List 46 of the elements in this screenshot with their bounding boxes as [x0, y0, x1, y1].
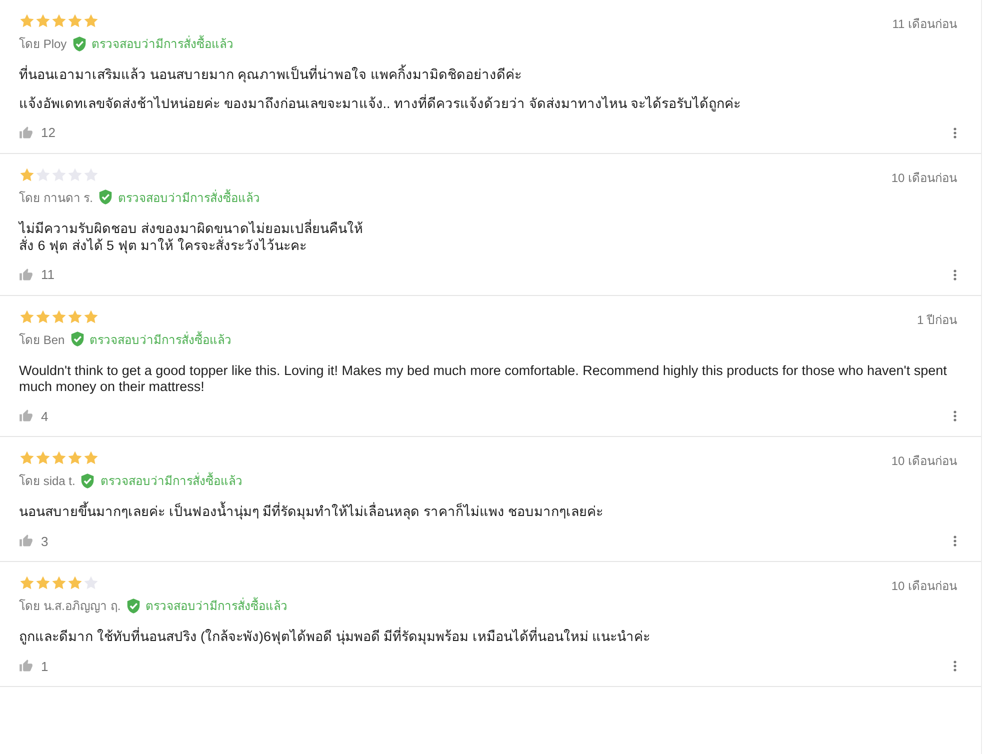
- like-count: 4: [41, 408, 48, 424]
- review-text: ไม่มีความรับผิดชอบ ส่งของมาผิดขนาดไม่ยอมเปลี่ยนคืนให้ สั่ง 6 ฟุต ส่งได้ 5 ฟุต มาให้ ใครจะสั่งระวังไว้นะคะ: [19, 220, 364, 254]
- like-count: 3: [41, 534, 48, 549]
- thumbs-up-icon: [19, 268, 33, 282]
- thumbs-up-icon: [19, 534, 33, 548]
- more-icon: [953, 126, 957, 139]
- review-text: Wouldn't think to get a good topper like this. Loving it! Makes my bed much more comfortable. Recommend highly this products for those who haven't spent much money on their mattress!: [19, 362, 948, 396]
- like-button[interactable]: 3: [19, 534, 48, 549]
- review-text: แจ้งอัพเดทเลขจัดส่งช้าไปหน่อยค่ะ ของมาถึงก่อนเลขจะมาแจ้ง.. ทางที่ดีควรแจ้งด้วยว่า จัดส่งมาทางไหน จะได้รอรับได้ถูกค่ะ: [19, 96, 742, 113]
- verified-shield-icon: [80, 472, 96, 489]
- verified-label: ตรวจสอบว่ามีการสั่งซื้อแล้ว: [92, 34, 234, 53]
- like-button[interactable]: 1: [19, 658, 48, 674]
- like-count: 12: [41, 125, 56, 140]
- review-date: 10 เดือนก่อน: [891, 453, 957, 470]
- review-date: 11 เดือนก่อน: [892, 16, 957, 33]
- like-count: 1: [41, 658, 48, 674]
- more-icon: [953, 268, 957, 280]
- author-name: โดย sida t.: [19, 473, 76, 490]
- author-name: โดย Ploy: [19, 36, 67, 53]
- like-button[interactable]: 4: [19, 408, 48, 424]
- thumbs-up-icon: [19, 659, 33, 673]
- review-text: ที่นอนเอามาเสริมแล้ว นอนสบายมาก คุณภาพเป็นที่น่าพอใจ แพคกิ้งมามิดชิดอย่างดีค่ะ: [19, 67, 957, 84]
- author-name: โดย Ben: [19, 332, 65, 348]
- more-icon: [953, 535, 957, 548]
- thumbs-up-icon: [19, 409, 33, 424]
- verified-label: ตรวจสอบว่ามีการสั่งซื้อแล้ว: [146, 596, 288, 616]
- verified-label: ตรวจสอบว่ามีการสั่งซื้อแล้ว: [100, 471, 242, 490]
- verified-label: ตรวจสอบว่ามีการสั่งซื้อแล้ว: [90, 330, 232, 348]
- verified-shield-icon: [98, 189, 114, 206]
- verified-label: ตรวจสอบว่ามีการสั่งซื้อแล้ว: [118, 188, 260, 207]
- like-count: 11: [41, 267, 54, 282]
- thumbs-up-icon: [19, 126, 33, 140]
- like-button[interactable]: 11: [19, 267, 54, 282]
- review-text: นอนสบายขึ้นมากๆเลยค่ะ เป็นฟองน้ำนุ่มๆ มีที่รัดมุมทำให้ไม่เลื่อนหลุด ราคาก็ไม่แพง ชอบมากๆเลยค่ะ: [19, 504, 957, 522]
- verified-shield-icon: [72, 36, 87, 52]
- author-name: โดย กานดา ร.: [19, 190, 94, 207]
- verified-shield-icon: [70, 331, 85, 347]
- review-text: ถูกและดีมาก ใช้ทับที่นอนสปริง (ใกล้จะพัง)6ฟุตได้พอดี นุ่มพอดี มีที่รัดมุมพร้อม เหมือนได้ที่นอนใหม่ แนะนำค่ะ: [19, 629, 652, 646]
- more-icon: [953, 660, 957, 672]
- review-date: 10 เดือนก่อน: [891, 170, 957, 187]
- like-button[interactable]: 12: [19, 125, 56, 140]
- verified-shield-icon: [126, 598, 141, 614]
- more-icon: [953, 410, 957, 422]
- review-date: 1 ปีก่อน: [916, 312, 957, 328]
- author-name: โดย น.ส.อภิญญา ฤ.: [19, 598, 121, 616]
- review-date: 10 เดือนก่อน: [891, 578, 957, 596]
